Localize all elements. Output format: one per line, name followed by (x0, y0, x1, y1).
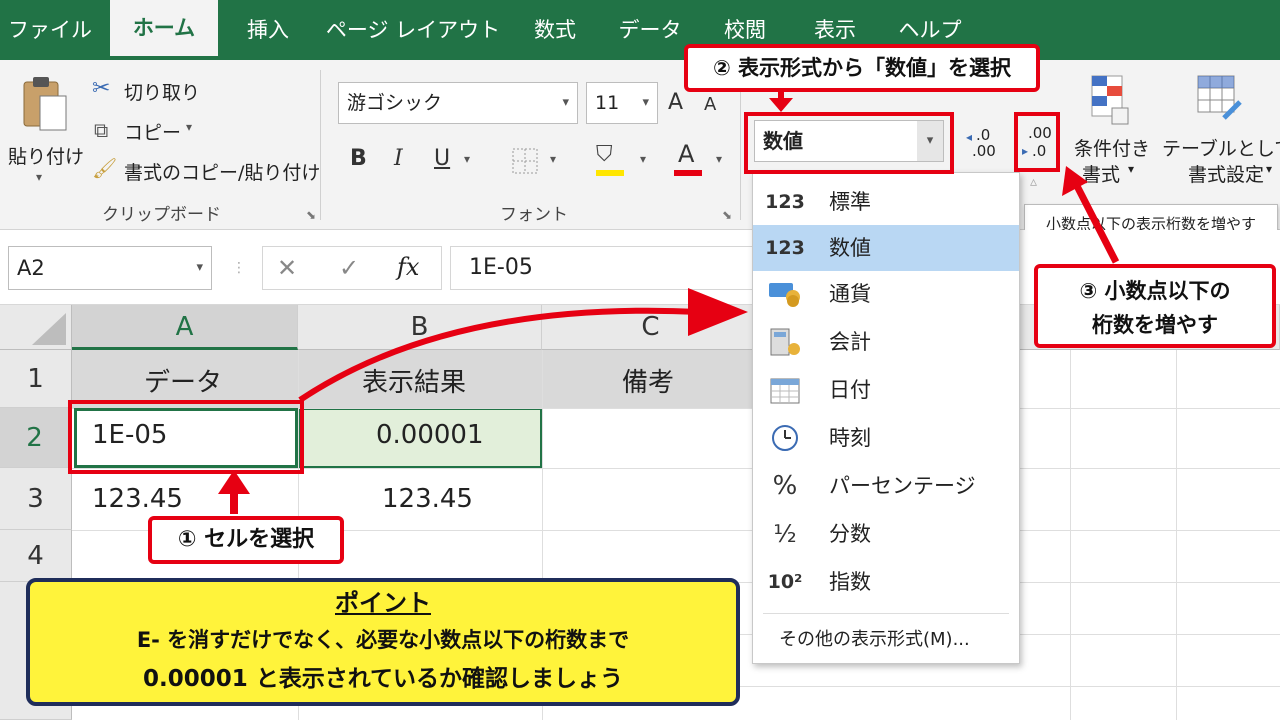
arrow-head (218, 470, 250, 494)
point-box: ポイント E- を消すだけでなく、必要な小数点以下の桁数まで 0.00001 と… (26, 578, 740, 706)
point-line1: E- を消すだけでなく、必要な小数点以下の桁数まで (136, 628, 630, 652)
arrow-head (769, 98, 793, 112)
arrow-head (688, 288, 748, 336)
arrow-up-step3 (1072, 182, 1120, 264)
arrow-head (1062, 166, 1088, 196)
callout-step3: ③ 小数点以下の 桁数を増やす (1034, 264, 1276, 348)
callout-step3-line1: ③ 小数点以下の (1079, 279, 1231, 303)
callout-step1: ① セルを選択 (148, 516, 344, 564)
callout-step2: ② 表示形式から「数値」を選択 (684, 44, 1040, 92)
point-line2: 0.00001 と表示されているか確認しましょう (142, 666, 624, 692)
arrow-to-dropdown (298, 307, 701, 403)
callout-step3-line2: 桁数を増やす (1092, 313, 1218, 337)
point-title: ポイント (335, 589, 431, 617)
